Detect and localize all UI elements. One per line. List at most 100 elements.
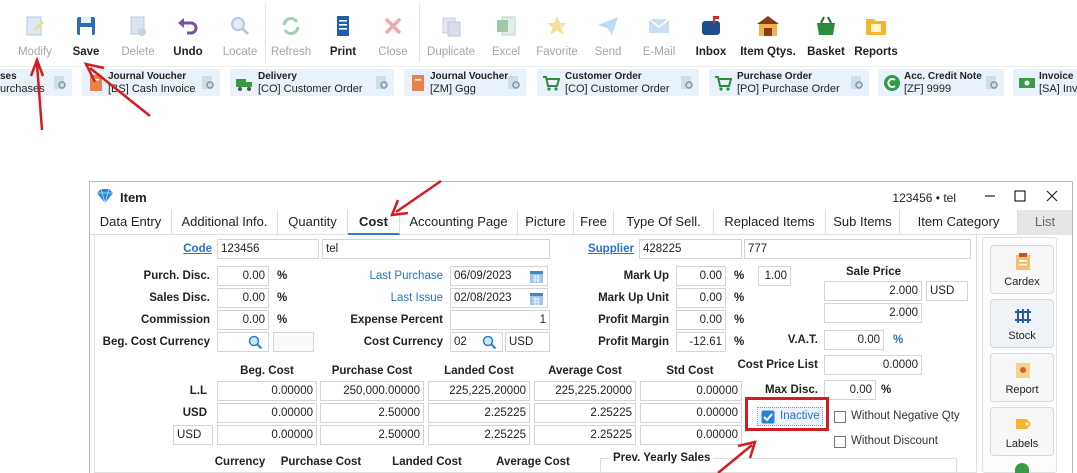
code-label[interactable]: Code (150, 243, 212, 255)
tab-sub-items[interactable]: Sub Items (826, 210, 900, 235)
sale-price-field[interactable]: 2.000 (824, 281, 922, 301)
excel-button[interactable]: Excel (486, 0, 526, 66)
commission-field[interactable]: 0.00 (217, 310, 269, 330)
without-discount-checkbox[interactable] (834, 436, 846, 448)
refresh-button[interactable]: Refresh (268, 0, 314, 66)
beg-cost-currency-name-field[interactable] (273, 332, 314, 352)
minimize-icon[interactable] (980, 186, 1000, 206)
recent-doc-item[interactable]: Delivery [CO] Customer Order (230, 69, 394, 96)
labels-button[interactable]: Labels (990, 407, 1054, 456)
tab-accounting-page[interactable]: Accounting Page (400, 210, 518, 235)
email-button[interactable]: E-Mail (636, 0, 682, 66)
search-icon[interactable] (482, 335, 497, 350)
tab-cost[interactable]: Cost (348, 210, 400, 235)
std-cost-cell[interactable]: 0.00000 (640, 403, 742, 423)
recent-doc-item[interactable]: ses urchases (0, 69, 72, 96)
average-cost-cell[interactable]: 2.25225 (534, 425, 636, 445)
markup-factor-field[interactable]: 1.00 (758, 266, 791, 286)
expense-percent-field[interactable]: 1 (450, 310, 550, 330)
search-doc-icon[interactable] (374, 75, 390, 91)
sale-price-2-field[interactable]: 2.000 (824, 303, 922, 323)
supplier-name-field[interactable]: 777 (744, 239, 971, 259)
supplier-label[interactable]: Supplier (560, 243, 634, 255)
std-cost-cell[interactable]: 0.00000 (640, 425, 742, 445)
close-button[interactable]: Close (372, 0, 414, 66)
tab-replaced-items[interactable]: Replaced Items (714, 210, 826, 235)
item-qtys-button[interactable]: Item Qtys. (738, 0, 798, 66)
landed-cost-cell[interactable]: 2.25225 (428, 425, 530, 445)
average-cost-cell[interactable]: 2.25225 (534, 403, 636, 423)
delete-button[interactable]: Delete (114, 0, 162, 66)
favorite-button[interactable]: Favorite (532, 0, 582, 66)
markup-field[interactable]: 0.00 (676, 266, 726, 286)
purchase-cost-cell[interactable]: 2.50000 (320, 403, 424, 423)
recent-doc-item[interactable]: Acc. Credit Note [ZF] 9999 (878, 69, 1004, 96)
row-currency-field[interactable]: USD (173, 425, 213, 445)
cost-price-list-field[interactable]: 0.0000 (824, 355, 922, 375)
recent-doc-item[interactable]: Customer Order [CO] Customer Order (537, 69, 699, 96)
purch-disc-field[interactable]: 0.00 (217, 266, 269, 286)
save-button[interactable]: Save (64, 0, 108, 66)
without-negative-qty-checkbox[interactable] (834, 411, 846, 423)
cost-currency-code-field[interactable]: 02 (450, 332, 503, 352)
std-cost-cell[interactable]: 0.00000 (640, 381, 742, 401)
beg-cost-currency-field[interactable] (217, 332, 269, 352)
stock-button[interactable]: Stock (990, 299, 1054, 348)
tab-additional-info[interactable]: Additional Info. (172, 210, 278, 235)
sale-price-currency-field[interactable]: USD (926, 281, 968, 301)
calendar-icon[interactable] (529, 269, 544, 284)
profit-margin-field[interactable]: -12.61 (676, 332, 726, 352)
search-doc-icon[interactable] (200, 75, 216, 91)
search-doc-icon[interactable] (984, 75, 1000, 91)
max-disc-field[interactable]: 0.00 (824, 380, 876, 400)
code-field[interactable]: 123456 (217, 239, 319, 259)
maximize-icon[interactable] (1010, 186, 1030, 206)
markup-unit-field[interactable]: 0.00 (676, 288, 726, 308)
tab-data-entry[interactable]: Data Entry (90, 210, 172, 235)
cardex-button[interactable]: Cardex (990, 245, 1054, 294)
beg-cost-cell[interactable]: 0.00000 (217, 403, 317, 423)
item-name-field[interactable]: tel (322, 239, 550, 259)
purchase-cost-cell[interactable]: 2.50000 (320, 425, 424, 445)
send-button[interactable]: Send (588, 0, 628, 66)
last-issue-date-field[interactable]: 02/08/2023 (450, 288, 548, 308)
search-doc-icon[interactable] (506, 75, 522, 91)
search-icon[interactable] (248, 335, 263, 350)
report-button[interactable]: Report (990, 353, 1054, 402)
recent-doc-item[interactable]: Journal Voucher [ZM] Ggg (404, 69, 526, 96)
last-purchase-date-field[interactable]: 06/09/2023 (450, 266, 548, 286)
print-button[interactable]: Print (322, 0, 364, 66)
locate-button[interactable]: Locate (216, 0, 264, 66)
purchase-cost-cell[interactable]: 250,000.00000 (320, 381, 424, 401)
tab-free[interactable]: Free (574, 210, 614, 235)
modify-button[interactable]: Modify (12, 0, 58, 66)
tab-item-category[interactable]: Item Category (900, 210, 1018, 235)
inactive-checkbox[interactable]: Inactive (757, 407, 823, 426)
beg-cost-cell[interactable]: 0.00000 (217, 381, 317, 401)
search-doc-icon[interactable] (52, 75, 68, 91)
profit-margin-field[interactable]: 0.00 (676, 310, 726, 330)
recent-doc-item[interactable]: Invoice [SA] Invoice (1013, 69, 1077, 96)
search-doc-icon[interactable] (849, 75, 865, 91)
cost-currency-name-field[interactable]: USD (505, 332, 550, 352)
checkbox-checked-icon[interactable] (761, 410, 775, 424)
basket-button[interactable]: Basket (804, 0, 848, 66)
tab-quantity[interactable]: Quantity (278, 210, 348, 235)
undo-button[interactable]: Undo (166, 0, 210, 66)
calendar-icon[interactable] (529, 291, 544, 306)
recent-doc-item[interactable]: Journal Voucher [BS] Cash Invoice (82, 69, 220, 96)
beg-cost-cell[interactable]: 0.00000 (217, 425, 317, 445)
landed-cost-cell[interactable]: 2.25225 (428, 403, 530, 423)
recent-doc-item[interactable]: Purchase Order [PO] Purchase Order (709, 69, 869, 96)
tab-list[interactable]: List (1018, 210, 1072, 235)
tab-type-of-sell[interactable]: Type Of Sell. (614, 210, 714, 235)
vat-field[interactable]: 0.00 (824, 330, 884, 350)
close-window-icon[interactable] (1042, 186, 1062, 206)
sales-disc-field[interactable]: 0.00 (217, 288, 269, 308)
inbox-button[interactable]: Inbox (690, 0, 732, 66)
average-cost-cell[interactable]: 225,225.20000 (534, 381, 636, 401)
reports-button[interactable]: Reports (852, 0, 900, 66)
landed-cost-cell[interactable]: 225,225.20000 (428, 381, 530, 401)
tab-picture[interactable]: Picture (518, 210, 574, 235)
supplier-code-field[interactable]: 428225 (639, 239, 742, 259)
